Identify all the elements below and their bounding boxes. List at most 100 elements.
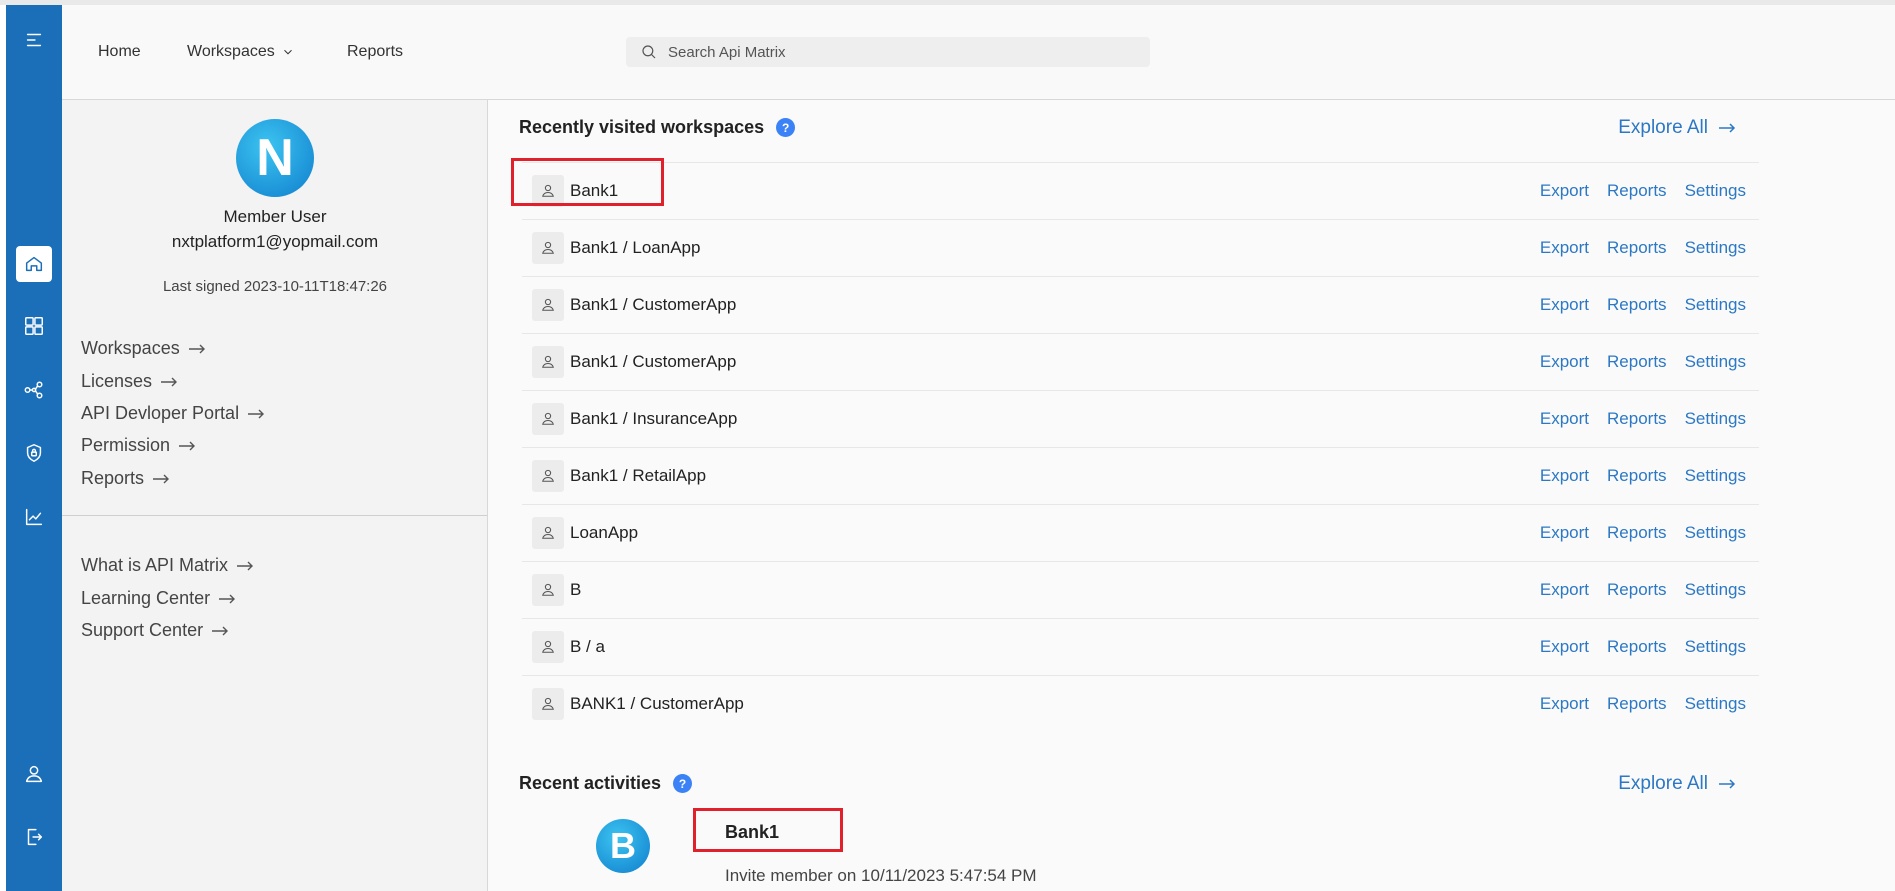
rail-security-button[interactable] xyxy=(16,435,52,471)
export-link[interactable]: Export xyxy=(1540,238,1589,258)
settings-link[interactable]: Settings xyxy=(1685,466,1746,486)
home-icon xyxy=(25,256,43,272)
settings-link[interactable]: Settings xyxy=(1685,637,1746,657)
workspace-user-icon xyxy=(532,631,564,663)
top-header: Home Workspaces Reports xyxy=(62,5,1895,100)
reports-link[interactable]: Reports xyxy=(1607,181,1667,201)
reports-link[interactable]: Reports xyxy=(1607,637,1667,657)
user-icon xyxy=(25,765,43,783)
workspace-name[interactable]: LoanApp xyxy=(570,523,638,543)
profile-link-licenses[interactable]: Licenses xyxy=(81,371,178,392)
workspace-name[interactable]: Bank1 / LoanApp xyxy=(570,238,700,258)
settings-link[interactable]: Settings xyxy=(1685,181,1746,201)
search-input[interactable] xyxy=(668,43,1128,61)
rail-home-button[interactable] xyxy=(16,246,52,282)
workspace-user-icon xyxy=(532,346,564,378)
settings-link[interactable]: Settings xyxy=(1685,409,1746,429)
export-link[interactable]: Export xyxy=(1540,466,1589,486)
nav-home[interactable]: Home xyxy=(98,43,141,61)
explore-all-workspaces-link[interactable]: Explore All xyxy=(1618,117,1736,139)
profile-panel: N Member User nxtplatform1@yopmail.com L… xyxy=(62,100,488,891)
arrow-right-icon xyxy=(179,441,196,450)
export-link[interactable]: Export xyxy=(1540,523,1589,543)
workspace-actions: Export Reports Settings xyxy=(1540,409,1746,429)
reports-link[interactable]: Reports xyxy=(1607,466,1667,486)
settings-link[interactable]: Settings xyxy=(1685,295,1746,315)
settings-link[interactable]: Settings xyxy=(1685,580,1746,600)
profile-link-permission[interactable]: Permission xyxy=(81,435,196,456)
reports-link[interactable]: Reports xyxy=(1607,409,1667,429)
rail-network-button[interactable] xyxy=(16,372,52,408)
help-link-learning-center[interactable]: Learning Center xyxy=(81,588,236,609)
workspace-name[interactable]: B xyxy=(570,580,581,600)
arrow-right-icon xyxy=(1719,123,1736,133)
workspace-user-icon xyxy=(532,403,564,435)
rail-analytics-button[interactable] xyxy=(16,499,52,535)
profile-link-api-portal[interactable]: API Devloper Portal xyxy=(81,403,265,424)
reports-link[interactable]: Reports xyxy=(1607,694,1667,714)
nav-workspaces[interactable]: Workspaces xyxy=(187,43,295,61)
workspace-name[interactable]: Bank1 / InsuranceApp xyxy=(570,409,737,429)
settings-link[interactable]: Settings xyxy=(1685,238,1746,258)
export-link[interactable]: Export xyxy=(1540,580,1589,600)
chart-icon xyxy=(25,508,43,526)
rail-profile-button[interactable] xyxy=(16,756,52,792)
nav-reports[interactable]: Reports xyxy=(347,43,403,61)
arrow-right-icon xyxy=(188,344,205,353)
nav-workspaces-label: Workspaces xyxy=(187,43,275,60)
rail-logout-button[interactable] xyxy=(16,819,52,855)
explore-all-activities-link[interactable]: Explore All xyxy=(1618,773,1736,795)
export-link[interactable]: Export xyxy=(1540,181,1589,201)
rail-dashboard-button[interactable] xyxy=(16,308,52,344)
workspace-user-icon xyxy=(532,289,564,321)
reports-link[interactable]: Reports xyxy=(1607,523,1667,543)
export-link[interactable]: Export xyxy=(1540,409,1589,429)
help-icon[interactable]: ? xyxy=(776,118,796,137)
chevron-down-icon xyxy=(283,49,292,55)
help-link-label: What is API Matrix xyxy=(81,555,229,575)
reports-link[interactable]: Reports xyxy=(1607,238,1667,258)
workspace-name[interactable]: BANK1 / CustomerApp xyxy=(570,694,744,714)
arrow-right-icon xyxy=(248,409,265,418)
export-link[interactable]: Export xyxy=(1540,352,1589,372)
workspace-actions: Export Reports Settings xyxy=(1540,637,1746,657)
workspace-row: Bank1 / CustomerApp Export Reports Settings xyxy=(522,276,1759,333)
activity-description: Invite member on 10/11/2023 5:47:54 PM xyxy=(725,866,1037,885)
workspace-user-icon xyxy=(532,574,564,606)
help-icon[interactable]: ? xyxy=(673,774,693,793)
profile-avatar: N xyxy=(236,119,314,197)
reports-link[interactable]: Reports xyxy=(1607,295,1667,315)
workspace-row: Bank1 / RetailApp Export Reports Settings xyxy=(522,447,1759,504)
workspace-actions: Export Reports Settings xyxy=(1540,181,1746,201)
arrow-right-icon xyxy=(1719,779,1736,789)
search-bar[interactable] xyxy=(626,37,1150,67)
logout-icon xyxy=(27,828,43,846)
workspace-name[interactable]: Bank1 / CustomerApp xyxy=(570,352,736,372)
workspace-name[interactable]: B / a xyxy=(570,637,605,657)
reports-link[interactable]: Reports xyxy=(1607,580,1667,600)
profile-link-label: Licenses xyxy=(81,371,153,391)
help-link-support-center[interactable]: Support Center xyxy=(81,620,229,641)
export-link[interactable]: Export xyxy=(1540,637,1589,657)
workspace-row: Bank1 / LoanApp Export Reports Settings xyxy=(522,219,1759,276)
menu-icon xyxy=(26,33,42,47)
profile-link-reports[interactable]: Reports xyxy=(81,468,170,489)
settings-link[interactable]: Settings xyxy=(1685,352,1746,372)
workspace-name[interactable]: Bank1 / CustomerApp xyxy=(570,295,736,315)
export-link[interactable]: Export xyxy=(1540,295,1589,315)
workspace-name[interactable]: Bank1 / RetailApp xyxy=(570,466,706,486)
section-title-text: Recently visited workspaces xyxy=(519,117,765,137)
help-link-what-is[interactable]: What is API Matrix xyxy=(81,555,254,576)
export-link[interactable]: Export xyxy=(1540,694,1589,714)
profile-name: Member User xyxy=(223,207,327,226)
menu-button[interactable] xyxy=(16,22,52,58)
settings-link[interactable]: Settings xyxy=(1685,694,1746,714)
search-icon xyxy=(642,45,656,59)
reports-link[interactable]: Reports xyxy=(1607,352,1667,372)
workspace-user-icon xyxy=(532,517,564,549)
section-title-text: Recent activities xyxy=(519,773,662,793)
recent-workspaces-title: Recently visited workspaces ? xyxy=(519,117,796,138)
activity-avatar: B xyxy=(596,819,650,873)
profile-link-workspaces[interactable]: Workspaces xyxy=(81,338,206,359)
settings-link[interactable]: Settings xyxy=(1685,523,1746,543)
